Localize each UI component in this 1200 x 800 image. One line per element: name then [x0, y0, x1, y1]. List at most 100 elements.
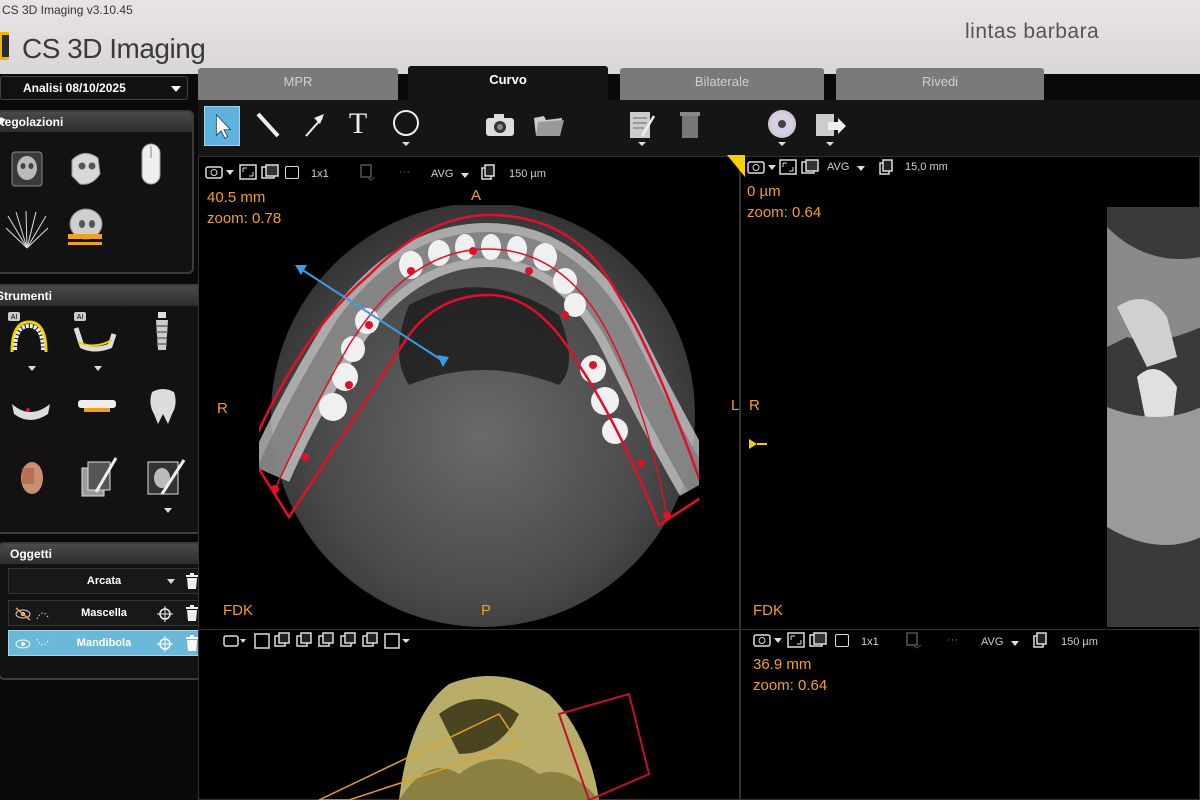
mouse-icon[interactable] [128, 142, 174, 186]
tooth-icon[interactable] [140, 384, 186, 428]
axial-ct-image[interactable] [259, 205, 699, 633]
render-mode-select[interactable]: AVG [981, 636, 1003, 648]
zoom-readout: zoom: 0.64 [753, 677, 828, 694]
export-icon[interactable] [812, 106, 848, 146]
radiating-lines-icon[interactable] [4, 208, 50, 252]
ai-badge: AI [11, 314, 18, 321]
copy-icon[interactable] [879, 159, 893, 175]
orientation-right: R [217, 400, 228, 417]
thickness-mode[interactable]: 1x1 [311, 168, 329, 180]
fit-view-icon[interactable] [239, 164, 257, 180]
skull-slice-icon[interactable] [4, 148, 50, 192]
cross-section-viewport[interactable]: FDK 1x1 ··· AVG 150 µm 36.9 mm zoom: 0.6… [740, 602, 1200, 800]
skull-xray-icon[interactable] [62, 206, 108, 250]
stack-edit-icon[interactable] [76, 456, 122, 500]
trash-icon[interactable] [185, 635, 199, 651]
delete-report-icon[interactable] [672, 106, 708, 146]
camera-icon[interactable] [482, 106, 518, 146]
camera-icon[interactable] [753, 632, 785, 648]
line-tool-icon[interactable] [250, 106, 286, 146]
slab-thickness: 15,0 mm [905, 161, 948, 173]
cs-logo-icon [0, 32, 9, 60]
report-edit-icon[interactable] [624, 106, 660, 146]
strumenti-header: Strumenti [0, 286, 202, 306]
analysis-select[interactable]: Analisi 08/10/2025 [0, 76, 188, 100]
volume-render-image[interactable] [199, 654, 741, 800]
fit-view-icon[interactable] [787, 632, 805, 648]
skull-3d-icon[interactable] [62, 146, 108, 190]
slab-icon[interactable] [905, 631, 923, 649]
curved-viewport[interactable]: AVG 15,0 mm 0 µm zoom: 0.64 R [727, 155, 1200, 630]
crosshair-icon[interactable] [157, 606, 173, 622]
copy-icon[interactable] [1033, 632, 1047, 648]
select-pointer-icon[interactable] [204, 106, 240, 146]
chevron-down-icon [171, 86, 181, 92]
trash-icon[interactable] [185, 605, 199, 621]
slice-position-icon[interactable] [747, 437, 767, 451]
arrow-tool-icon[interactable] [296, 106, 332, 146]
occlusal-plane-icon[interactable] [74, 386, 120, 430]
camera-icon[interactable] [747, 159, 779, 175]
render-mode-select[interactable]: AVG [431, 168, 453, 180]
chevron-down-icon[interactable] [94, 366, 102, 371]
oggetti-header: Oggetti [0, 544, 210, 564]
chevron-down-icon[interactable] [164, 508, 172, 513]
arcata-select[interactable]: Arcata [8, 568, 204, 594]
implant-icon[interactable] [138, 310, 184, 354]
ai-badge: AI [77, 314, 84, 321]
render-mode-select[interactable]: AVG [827, 161, 849, 173]
view-controls-bar[interactable] [223, 632, 413, 650]
checkbox-icon[interactable] [285, 166, 299, 179]
text-tool-icon[interactable]: T [340, 106, 376, 146]
chevron-down-icon [167, 579, 175, 584]
strumenti-title: Strumenti [0, 289, 53, 303]
chevron-down-icon[interactable] [1011, 641, 1019, 646]
strumenti-panel: Strumenti AI AI [0, 284, 204, 534]
jaw-section-icon[interactable] [8, 386, 54, 430]
corner-triangle-icon [727, 155, 745, 177]
ai-mandible-icon[interactable]: AI [72, 312, 118, 356]
panoramic-slice-image[interactable] [1107, 207, 1200, 627]
image-edit-icon[interactable] [142, 456, 188, 500]
ai-arch-icon[interactable]: AI [6, 312, 52, 356]
fit-view-icon[interactable] [779, 159, 797, 175]
patient-name: lintas barbara [965, 20, 1100, 43]
distance-readout: 0 µm [747, 183, 781, 200]
marker-handle-start[interactable] [295, 265, 307, 275]
oggetti-panel: Oggetti Arcata Mascella Mandibola [0, 542, 210, 680]
chevron-down-icon[interactable] [857, 166, 865, 171]
chevron-down-icon [0, 119, 6, 125]
tab-mpr[interactable]: MPR [198, 68, 398, 102]
main-toolbar: T [198, 100, 1200, 156]
image-window-icon[interactable] [261, 164, 279, 180]
image-window-icon[interactable] [809, 632, 827, 648]
copy-icon[interactable] [481, 164, 495, 180]
trash-icon[interactable] [185, 573, 199, 589]
chevron-down-icon[interactable] [28, 366, 36, 371]
thickness-mode[interactable]: 1x1 [861, 636, 879, 648]
app-name: CS 3D Imaging [22, 33, 206, 64]
object-row-mascella[interactable]: Mascella [8, 600, 204, 626]
face-scan-icon[interactable] [8, 456, 54, 500]
camera-icon[interactable] [205, 164, 237, 180]
chevron-down-icon[interactable] [461, 173, 469, 178]
image-window-icon[interactable] [801, 159, 819, 175]
distance-readout: 36.9 mm [753, 656, 812, 673]
axial-viewport[interactable]: 1x1 ··· AVG 150 µm 40.5 mm zoom: 0.78 A … [198, 156, 740, 630]
regolazioni-header[interactable]: Regolazioni [0, 112, 192, 132]
folder-icon[interactable] [530, 106, 566, 146]
volume-3d-viewport[interactable]: FDK P [198, 602, 741, 800]
title-bar: CS 3D Imaging v3.10.45 CS 3D Imaging lin… [0, 0, 1200, 74]
disc-burn-icon[interactable] [764, 106, 800, 146]
orientation-posterior: P [481, 602, 492, 619]
tab-rivedi[interactable]: Rivedi [836, 68, 1044, 102]
window-title: CS 3D Imaging v3.10.45 [2, 3, 133, 17]
object-row-mandibola[interactable]: Mandibola [8, 630, 204, 656]
circle-tool-icon[interactable] [388, 106, 424, 146]
slice-width: 150 µm [509, 168, 546, 180]
crosshair-icon[interactable] [157, 636, 173, 652]
reconstruction-label: FDK [223, 602, 253, 619]
slab-icon[interactable] [359, 163, 377, 181]
checkbox-icon[interactable] [835, 634, 849, 647]
tab-bilaterale[interactable]: Bilaterale [620, 68, 824, 102]
